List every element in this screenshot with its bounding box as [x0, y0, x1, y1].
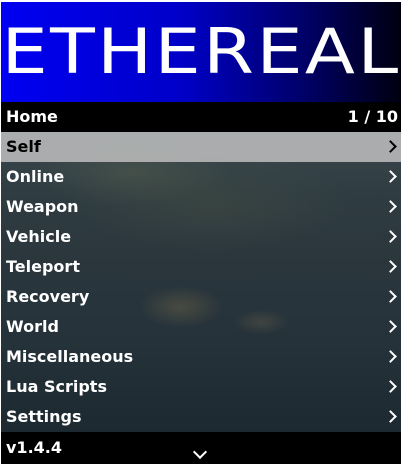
chevron-right-icon	[384, 380, 397, 393]
menu-item-label: Online	[6, 167, 65, 186]
menu-item-settings[interactable]: Settings	[1, 402, 401, 432]
chevron-right-icon	[384, 260, 397, 273]
chevron-right-icon	[384, 170, 397, 183]
menu-item-online[interactable]: Online	[1, 162, 401, 192]
mod-menu: ETHEREAL Home 1 / 10 Self Online Weapon …	[1, 2, 401, 464]
menu-item-lua-scripts[interactable]: Lua Scripts	[1, 372, 401, 402]
menu-item-miscellaneous[interactable]: Miscellaneous	[1, 342, 401, 372]
chevron-right-icon	[384, 350, 397, 363]
chevron-right-icon	[384, 230, 397, 243]
menu-item-label: Self	[6, 137, 41, 156]
chevron-right-icon	[384, 290, 397, 303]
version-label: v1.4.4	[6, 438, 62, 457]
banner-logo-text: ETHEREAL	[1, 15, 401, 88]
menu-item-weapon[interactable]: Weapon	[1, 192, 401, 222]
menu-item-label: Weapon	[6, 197, 79, 216]
chevron-right-icon	[384, 200, 397, 213]
menu-item-label: World	[6, 317, 59, 336]
menu-item-label: Settings	[6, 407, 82, 426]
menu-item-label: Vehicle	[6, 227, 72, 246]
chevron-right-icon	[384, 320, 397, 333]
menu-item-recovery[interactable]: Recovery	[1, 282, 401, 312]
menu-item-label: Miscellaneous	[6, 347, 134, 366]
menu-item-label: Teleport	[6, 257, 80, 276]
menu-item-vehicle[interactable]: Vehicle	[1, 222, 401, 252]
chevron-down-icon[interactable]	[192, 444, 208, 460]
menu-item-label: Lua Scripts	[6, 377, 107, 396]
menu-item-world[interactable]: World	[1, 312, 401, 342]
menu-item-self[interactable]: Self	[1, 132, 401, 162]
chevron-right-icon	[384, 410, 397, 423]
menu-footer: v1.4.4	[1, 432, 401, 464]
item-position-counter: 1 / 10	[347, 107, 398, 126]
menu-list: Self Online Weapon Vehicle Teleport Reco…	[1, 132, 401, 432]
current-section-title: Home	[6, 107, 58, 126]
chevron-right-icon	[384, 140, 397, 153]
menu-header: Home 1 / 10	[1, 102, 401, 132]
menu-banner: ETHEREAL	[1, 2, 401, 102]
menu-item-label: Recovery	[6, 287, 90, 306]
menu-item-teleport[interactable]: Teleport	[1, 252, 401, 282]
